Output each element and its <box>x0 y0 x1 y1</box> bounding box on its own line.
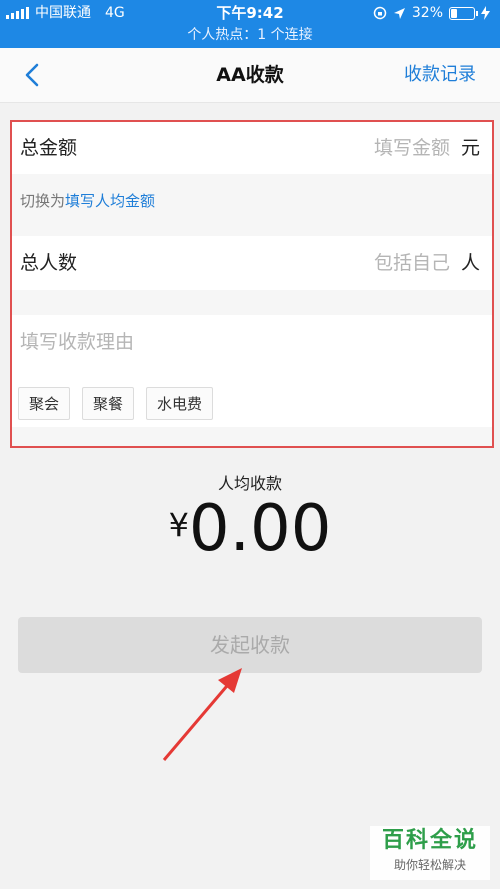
records-link[interactable]: 收款记录 <box>404 48 476 102</box>
start-collection-button[interactable]: 发起收款 <box>18 617 482 673</box>
location-icon <box>393 7 405 19</box>
people-row[interactable]: 总人数 包括自己 人 <box>12 236 492 291</box>
back-button[interactable] <box>20 62 46 88</box>
battery-percent: 32% <box>411 5 443 21</box>
status-right: 32% <box>373 3 490 23</box>
total-amount-unit: 元 <box>460 137 480 159</box>
total-amount-row[interactable]: 总金额 填写金额 元 <box>12 122 492 175</box>
switch-mode: 切换为填写人均金额 <box>12 174 492 236</box>
watermark-logo: 百科全说 助你轻松解决 <box>370 826 490 880</box>
total-amount-label: 总金额 <box>20 137 78 159</box>
people-label: 总人数 <box>20 252 78 274</box>
reason-input[interactable]: 填写收款理由 <box>20 327 134 354</box>
status-bar: 中国联通 4G 下午9:42 32% 个人热点：1 个连接 <box>0 0 500 48</box>
switch-prefix: 切换为 <box>20 192 66 210</box>
charging-icon <box>481 6 490 20</box>
watermark-subtitle: 助你轻松解决 <box>393 858 466 872</box>
watermark-title: 百科全说 <box>381 828 478 853</box>
people-unit: 人 <box>460 252 480 274</box>
reason-section: 填写收款理由 聚会 聚餐 水电费 <box>12 315 492 427</box>
nav-bar: AA收款 收款记录 <box>0 48 500 103</box>
tag-party[interactable]: 聚会 <box>18 387 71 420</box>
rotation-lock-icon <box>373 6 387 20</box>
per-person-amount: ¥0.00 <box>0 492 500 566</box>
section-gap <box>12 290 492 315</box>
hotspot-banner[interactable]: 个人热点：1 个连接 <box>0 24 500 46</box>
chevron-left-icon <box>25 63 39 87</box>
currency-symbol: ¥ <box>168 506 189 544</box>
people-input[interactable]: 包括自己 <box>374 236 450 290</box>
form-bottom-gap <box>12 427 492 446</box>
switch-per-person-link[interactable]: 填写人均金额 <box>65 192 155 210</box>
tag-dinner[interactable]: 聚餐 <box>82 387 135 420</box>
reason-tags: 聚会 聚餐 水电费 <box>18 387 214 420</box>
per-person-label: 人均收款 <box>217 474 282 493</box>
aa-form: 总金额 填写金额 元 切换为填写人均金额 总人数 包括自己 人 填写收款理由 聚… <box>10 120 494 448</box>
battery-icon <box>449 6 478 20</box>
tag-utilities[interactable]: 水电费 <box>146 387 214 420</box>
total-amount-input[interactable]: 填写金额 <box>374 122 450 174</box>
amount-value: 0.00 <box>188 492 332 566</box>
